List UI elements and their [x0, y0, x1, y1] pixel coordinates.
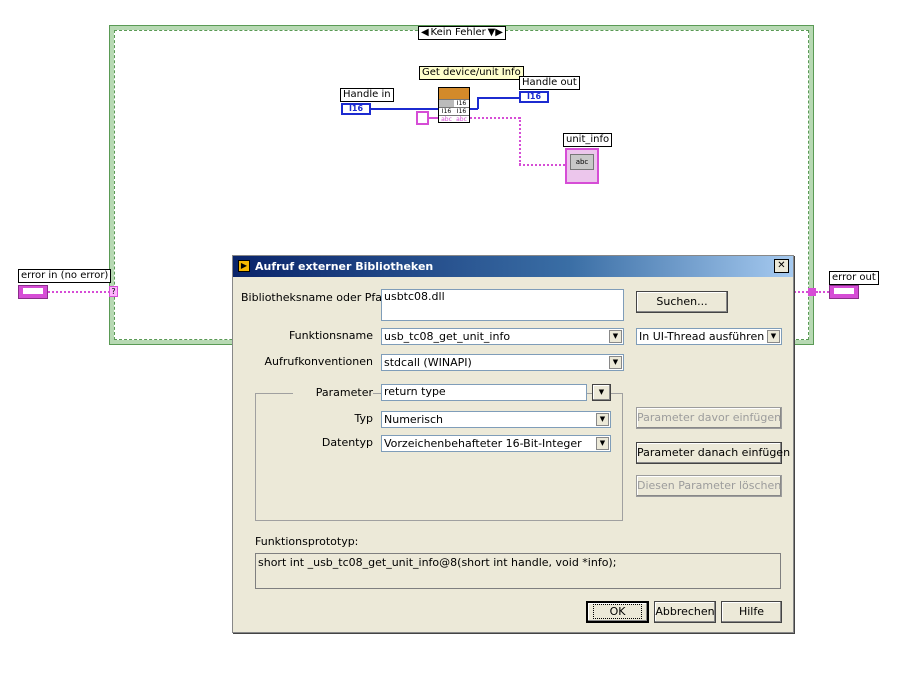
call-library-dialog: ▶ Aufruf externer Bibliotheken ✕ Bibliot…	[232, 255, 794, 633]
chevron-down-icon[interactable]: ▼	[609, 330, 622, 343]
ok-button-label: OK	[592, 604, 643, 619]
error-in-terminal[interactable]	[18, 285, 48, 299]
datatype-label: Datentyp	[321, 436, 373, 449]
type-label: Typ	[354, 412, 374, 425]
error-out-wire	[816, 291, 829, 293]
close-button[interactable]: ✕	[774, 259, 789, 273]
parameter-name-input[interactable]: return type	[381, 384, 587, 401]
parameter-label: Parameter	[293, 386, 373, 400]
case-prev-icon[interactable]: ◀	[421, 26, 429, 40]
parameter-dropdown-button[interactable]: ▼	[592, 384, 611, 401]
chevron-down-icon[interactable]: ▼	[596, 413, 609, 426]
error-out-terminal[interactable]	[829, 285, 859, 299]
type-value: Numerisch	[384, 413, 444, 426]
chevron-down-icon: ▼	[598, 388, 605, 396]
handle-in-label: Handle in	[340, 88, 394, 102]
error-in-wire	[48, 291, 110, 293]
function-prototype-label: Funktionsprototyp:	[255, 535, 359, 548]
call-library-node-label: Get device/unit Info	[419, 66, 524, 80]
chevron-down-icon[interactable]: ▼	[596, 437, 609, 450]
calling-convention-select[interactable]: stdcall (WINAPI) ▼	[381, 354, 624, 371]
case-selector-tunnel: ?	[109, 286, 118, 297]
dialog-titlebar[interactable]: ▶ Aufruf externer Bibliotheken ✕	[233, 256, 793, 277]
calling-convention-label: Aufrufkonventionen	[264, 355, 373, 368]
string-wire-out-c	[519, 164, 565, 166]
function-prototype-text: short int _usb_tc08_get_unit_info@8(shor…	[255, 553, 781, 589]
string-constant[interactable]	[416, 111, 429, 125]
case-selector-label: Kein Fehler	[430, 27, 486, 38]
call-library-function-node[interactable]: I16 I16 I16 abc abc	[438, 87, 470, 123]
unit-info-label: unit_info	[563, 133, 613, 147]
case-next-icon[interactable]: ▼▶	[488, 26, 503, 40]
handle-in-terminal[interactable]: I16	[341, 103, 371, 115]
function-name-value: usb_tc08_get_unit_info	[384, 330, 511, 343]
library-path-input[interactable]: usbtc08.dll	[381, 289, 624, 321]
error-out-label: error out	[829, 271, 879, 285]
insert-parameter-before-button[interactable]: Parameter davor einfügen	[636, 407, 782, 429]
function-name-label: Funktionsname	[288, 329, 373, 342]
string-wire-out-a	[470, 117, 520, 119]
error-in-label: error in (no error)	[18, 269, 112, 283]
type-select[interactable]: Numerisch ▼	[381, 411, 611, 428]
help-button[interactable]: Hilfe	[721, 601, 782, 623]
error-out-wire-in	[794, 291, 808, 293]
ok-button[interactable]: OK	[586, 601, 649, 623]
calling-convention-value: stdcall (WINAPI)	[384, 356, 472, 369]
chevron-down-icon[interactable]: ▼	[609, 356, 622, 369]
handle-out-wire-c	[477, 97, 519, 99]
delete-parameter-button[interactable]: Diesen Parameter löschen	[636, 475, 782, 497]
datatype-value: Vorzeichenbehafteter 16-Bit-Integer	[384, 437, 582, 450]
string-wire-out-b	[519, 117, 521, 165]
datatype-select[interactable]: Vorzeichenbehafteter 16-Bit-Integer ▼	[381, 435, 611, 452]
search-button[interactable]: Suchen...	[636, 291, 728, 313]
string-wire-in	[429, 117, 438, 119]
error-out-tunnel	[808, 288, 816, 296]
unit-info-indicator[interactable]: abc	[565, 148, 599, 184]
handle-out-label: Handle out	[519, 76, 580, 90]
library-path-label: Bibliotheksname oder Pfad	[241, 291, 390, 304]
thread-select[interactable]: In UI-Thread ausführen ▼	[636, 328, 782, 345]
case-selector[interactable]: ◀ Kein Fehler ▼▶	[418, 26, 506, 40]
thread-select-value: In UI-Thread ausführen	[639, 330, 765, 343]
chevron-down-icon[interactable]: ▼	[767, 330, 780, 343]
insert-parameter-after-button[interactable]: Parameter danach einfügen	[636, 442, 790, 464]
cancel-button[interactable]: Abbrechen	[654, 601, 716, 623]
labview-icon: ▶	[238, 260, 250, 272]
handle-out-terminal[interactable]: I16	[519, 91, 549, 103]
function-name-combo[interactable]: usb_tc08_get_unit_info ▼	[381, 328, 624, 345]
handle-in-wire	[371, 108, 438, 110]
dialog-title: Aufruf externer Bibliotheken	[255, 260, 434, 273]
node-header-icon	[439, 88, 469, 99]
